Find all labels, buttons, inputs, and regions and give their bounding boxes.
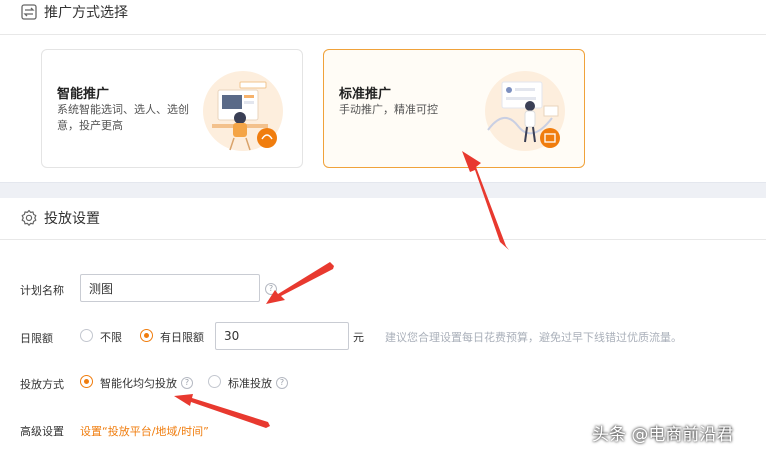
radio-smart-delivery[interactable] [80,375,93,388]
standard-promo-title: 标准推广 [339,87,392,102]
currency-unit: 元 [353,331,364,344]
divider [0,239,766,240]
divider [0,34,766,35]
plan-name-input[interactable]: 测图 [80,274,260,302]
radio-standard-delivery[interactable] [208,375,221,388]
delivery-section-title: 投放设置 [44,211,100,227]
radio-daily-limit-label: 有日限额 [160,331,204,344]
help-icon[interactable]: ? [265,283,277,295]
radio-daily-limit[interactable] [140,329,153,342]
gear-icon [21,209,37,226]
promo-section-title: 推广方式选择 [44,5,128,21]
daily-limit-input[interactable]: 30 [215,322,349,350]
smart-promo-card[interactable]: 智能推广 系统智能选词、选人、选创意，投产更高 [41,49,303,168]
smart-promo-illustration-icon [203,71,283,151]
budget-hint: 建议您合理设置每日花费预算，避免过早下线错过优质流量。 [385,331,682,344]
radio-unlimited-label: 不限 [100,331,122,344]
advanced-settings-label: 高级设置 [20,425,64,438]
daily-limit-label: 日限额 [20,332,53,345]
switch-icon [21,4,37,20]
standard-promo-card[interactable]: 标准推广 手动推广，精准可控 [323,49,585,168]
standard-promo-desc: 手动推广，精准可控 [339,103,438,116]
delivery-section-header: 投放设置 [0,200,766,236]
radio-unlimited[interactable] [80,329,93,342]
help-icon[interactable]: ? [181,377,193,389]
standard-promo-illustration-icon [485,71,565,151]
advanced-settings-link[interactable]: 设置“投放平台/地域/时间” [80,423,209,439]
plan-name-label: 计划名称 [20,284,64,297]
radio-standard-delivery-label: 标准投放 [228,377,272,390]
arrow-to-help-icon [266,262,334,304]
radio-smart-delivery-label: 智能化均匀投放 [100,377,177,390]
smart-promo-desc: 系统智能选词、选人、选创意，投产更高 [57,103,189,132]
watermark: 头条 @电商前沿君 [592,425,734,445]
delivery-method-label: 投放方式 [20,378,64,391]
section-separator [0,182,766,198]
promo-section-header: 推广方式选择 [0,0,766,30]
help-icon[interactable]: ? [276,377,288,389]
smart-promo-title: 智能推广 [57,87,110,102]
